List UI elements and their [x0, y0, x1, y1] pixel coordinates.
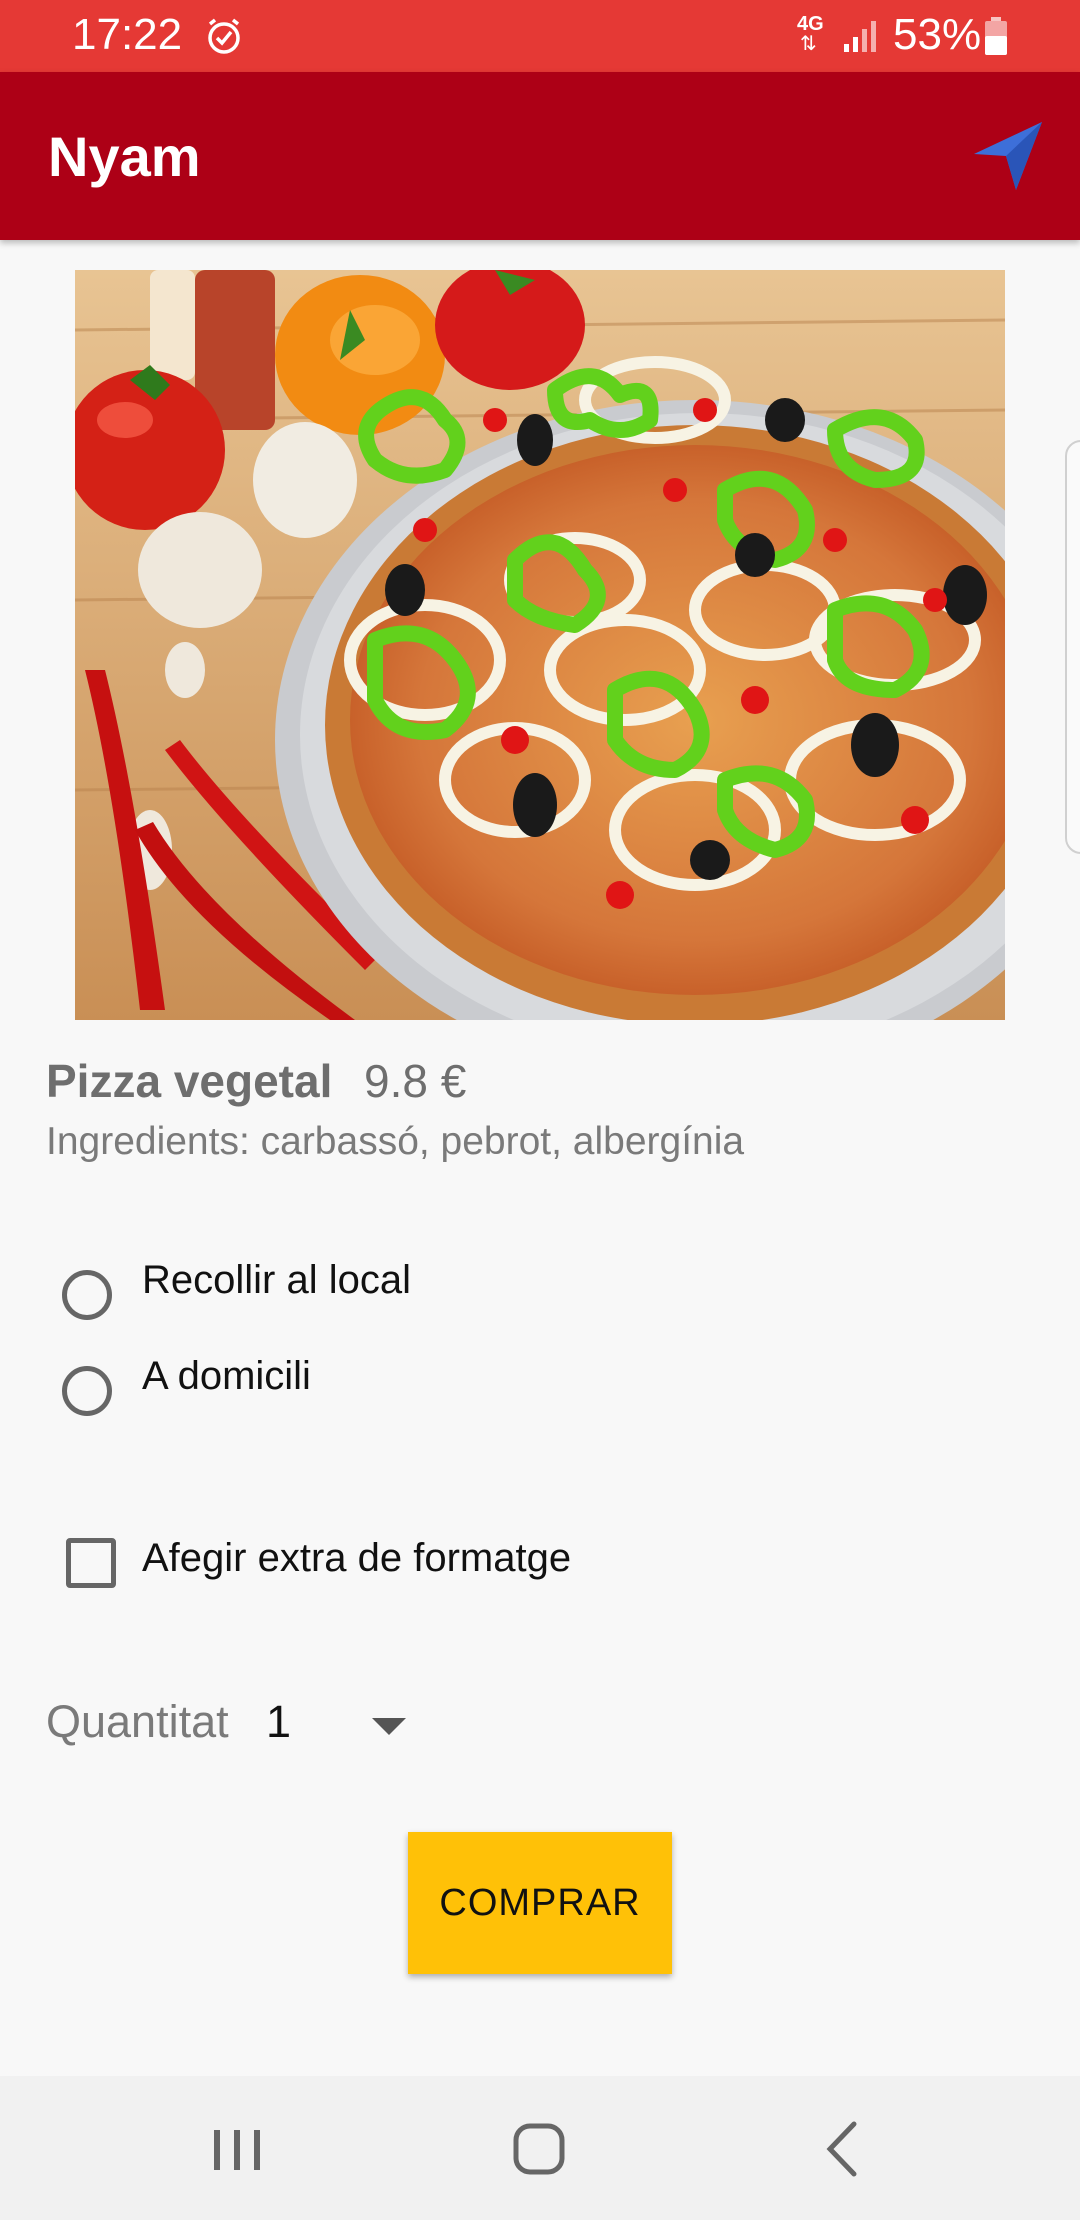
- checkbox-label: Afegir extra de formatge: [142, 1536, 572, 1580]
- battery-percent: 53%: [893, 10, 982, 59]
- signal-icon: [844, 21, 876, 52]
- status-time: 17:22: [72, 10, 183, 59]
- quantity-label: Quantitat: [46, 1696, 229, 1747]
- app-bar: Nyam: [0, 72, 1080, 240]
- side-panel-handle[interactable]: [1065, 440, 1080, 854]
- back-icon[interactable]: [822, 2120, 862, 2178]
- extra-cheese-checkbox-row[interactable]: Afegir extra de formatge: [66, 1536, 766, 1596]
- status-bar: 17:22 4G ⇅ 53%: [0, 0, 1080, 72]
- network-type: 4G: [797, 13, 824, 35]
- product-name: Pizza vegetal: [46, 1055, 333, 1107]
- radio-home-delivery[interactable]: A domicili: [62, 1354, 762, 1424]
- quantity-value: 1: [266, 1696, 292, 1747]
- dropdown-arrow-icon: [372, 1718, 406, 1735]
- quantity-dropdown[interactable]: 1: [266, 1688, 416, 1754]
- app-title: Nyam: [48, 125, 201, 188]
- battery-icon: [985, 17, 1007, 55]
- navigation-icon[interactable]: [966, 116, 1046, 196]
- radio-pickup[interactable]: Recollir al local: [62, 1258, 762, 1328]
- radio-button[interactable]: [62, 1366, 112, 1416]
- extra-cheese-checkbox[interactable]: [66, 1538, 116, 1588]
- recent-apps-icon[interactable]: [212, 2128, 262, 2172]
- alarm-icon: [208, 18, 240, 54]
- radio-label: A domicili: [142, 1354, 311, 1398]
- radio-button[interactable]: [62, 1270, 112, 1320]
- system-nav-bar: [0, 2076, 1080, 2220]
- product-price: 9.8 €: [364, 1055, 467, 1107]
- buy-button[interactable]: COMPRAR: [408, 1832, 672, 1974]
- product-ingredients: Ingredients: carbassó, pebrot, albergíni…: [46, 1120, 745, 1163]
- home-icon[interactable]: [512, 2122, 566, 2176]
- pizza-image: [75, 270, 1005, 1020]
- network-arrows: ⇅: [800, 33, 817, 55]
- radio-label: Recollir al local: [142, 1258, 411, 1302]
